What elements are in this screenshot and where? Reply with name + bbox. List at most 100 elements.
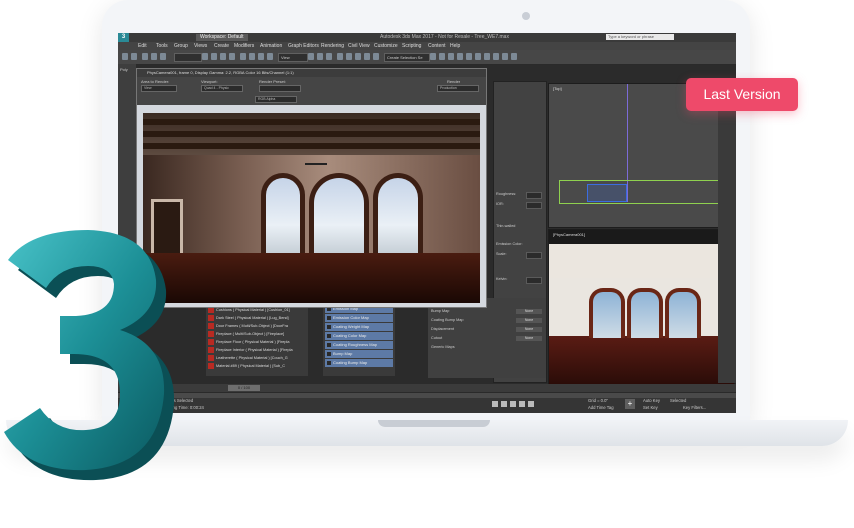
- map-node[interactable]: Coating Weight Map: [325, 323, 393, 331]
- next-frame-icon[interactable]: [519, 401, 525, 407]
- map-row-cutout[interactable]: Cutout None: [428, 334, 546, 343]
- menu-scripting[interactable]: Scripting: [402, 42, 421, 50]
- keyboard-shortcut-icon[interactable]: [326, 53, 332, 60]
- align-icon[interactable]: [439, 53, 445, 60]
- last-version-badge[interactable]: Last Version: [686, 78, 798, 111]
- redo-icon[interactable]: [131, 53, 137, 60]
- link-icon[interactable]: [142, 53, 148, 60]
- selected-dropdown[interactable]: Selected: [670, 398, 686, 403]
- menu-modifiers[interactable]: Modifiers: [234, 42, 254, 50]
- viewport-camera[interactable]: [PhysCamera001]: [548, 229, 735, 386]
- snap-icon[interactable]: [337, 53, 343, 60]
- region-select-icon[interactable]: [220, 53, 226, 60]
- menu-help[interactable]: Help: [450, 42, 460, 50]
- named-selection-dropdown[interactable]: Create Selection Se: [384, 53, 430, 62]
- play-icon[interactable]: [510, 401, 516, 407]
- list-item[interactable]: Fireplace Floor ( Physical Material ) [F…: [206, 338, 308, 346]
- map-row-coating-bump[interactable]: Coating Bump Map None: [428, 316, 546, 325]
- map-row-displacement[interactable]: Displacement None: [428, 325, 546, 334]
- key-filters-button[interactable]: Key Filters...: [683, 405, 706, 410]
- workspace-selector[interactable]: Workspace: Default: [196, 34, 248, 41]
- select-by-name-icon[interactable]: [211, 53, 217, 60]
- menu-group[interactable]: Group: [174, 42, 188, 50]
- menu-graph-editors[interactable]: Graph Editors: [288, 42, 319, 50]
- render-production-icon[interactable]: [511, 53, 517, 60]
- edit-named-sets-icon[interactable]: [373, 53, 379, 60]
- map-node[interactable]: Coating Bump Map: [325, 359, 393, 367]
- list-item[interactable]: Door Frames ( Multi/Sub-Object ) [DoorFr…: [206, 322, 308, 330]
- rotate-icon[interactable]: [249, 53, 255, 60]
- go-to-end-icon[interactable]: [528, 401, 534, 407]
- layer-icon[interactable]: [448, 53, 454, 60]
- spinner-snap-icon[interactable]: [364, 53, 370, 60]
- list-item[interactable]: Fireplace Interior ( Physical Material )…: [206, 346, 308, 354]
- map-none-button[interactable]: None: [516, 327, 542, 332]
- reference-coord-dropdown[interactable]: View: [278, 53, 308, 62]
- generic-maps-header[interactable]: Generic Maps: [428, 343, 546, 352]
- pivot-icon[interactable]: [308, 53, 314, 60]
- percent-snap-icon[interactable]: [355, 53, 361, 60]
- add-helper-icon[interactable]: +: [625, 399, 635, 409]
- menu-edit[interactable]: Edit: [138, 42, 147, 50]
- auto-key-button[interactable]: Auto Key: [643, 398, 660, 403]
- area-to-render-dropdown[interactable]: View: [141, 85, 177, 92]
- viewport-label[interactable]: [PhysCamera001]: [553, 232, 585, 237]
- list-item[interactable]: Fireplace ( Multi/Sub-Object ) [Fireplac…: [206, 330, 308, 338]
- list-item[interactable]: Leatherette ( Physical Material ) [Couch…: [206, 354, 308, 362]
- set-key-button[interactable]: Set Key: [643, 405, 658, 410]
- menu-content[interactable]: Content: [428, 42, 446, 50]
- select-manipulate-icon[interactable]: [317, 53, 323, 60]
- render-preset-dropdown[interactable]: [259, 85, 301, 92]
- list-item[interactable]: Material #89 ( Physical Material ) [Sub_…: [206, 362, 308, 370]
- unlink-icon[interactable]: [151, 53, 157, 60]
- poly-modeling-tab[interactable]: Poly: [120, 67, 128, 72]
- menu-create[interactable]: Create: [214, 42, 229, 50]
- previous-frame-icon[interactable]: [501, 401, 507, 407]
- menu-rendering[interactable]: Rendering: [321, 42, 344, 50]
- select-icon[interactable]: [202, 53, 208, 60]
- menu-customize[interactable]: Customize: [374, 42, 398, 50]
- scale-field[interactable]: [526, 252, 542, 259]
- menu-animation[interactable]: Animation: [260, 42, 282, 50]
- map-node[interactable]: Coating Color Map: [325, 332, 393, 340]
- angle-snap-icon[interactable]: [346, 53, 352, 60]
- kelvin-field[interactable]: [526, 277, 542, 284]
- selection-filter-dropdown[interactable]: [174, 53, 202, 62]
- production-dropdown[interactable]: Production: [437, 85, 479, 92]
- time-slider-thumb[interactable]: 0 / 100: [228, 385, 260, 391]
- render-setup-icon[interactable]: [493, 53, 499, 60]
- ior-field[interactable]: [526, 202, 542, 209]
- scale-icon[interactable]: [258, 53, 264, 60]
- map-node[interactable]: Bump Map: [325, 350, 393, 358]
- mirror-icon[interactable]: [430, 53, 436, 60]
- material-editor-icon[interactable]: [484, 53, 490, 60]
- add-time-tag-button[interactable]: Add Time Tag: [588, 405, 614, 410]
- list-item[interactable]: Dark Steel ( Physical Material ) [Lug_Be…: [206, 314, 308, 322]
- placement-icon[interactable]: [267, 53, 273, 60]
- time-slider[interactable]: 0 / 100: [118, 384, 736, 392]
- roughness-field[interactable]: [526, 192, 542, 199]
- map-node[interactable]: Emission Color Map: [325, 314, 393, 322]
- menu-views[interactable]: Views: [194, 42, 207, 50]
- render-button[interactable]: Render: [447, 79, 460, 84]
- curve-editor-icon[interactable]: [466, 53, 472, 60]
- undo-icon[interactable]: [122, 53, 128, 60]
- move-icon[interactable]: [240, 53, 246, 60]
- rendered-frame-window-icon[interactable]: [502, 53, 508, 60]
- map-none-button[interactable]: None: [516, 336, 542, 341]
- bind-icon[interactable]: [160, 53, 166, 60]
- map-node[interactable]: Coating Roughness Map: [325, 341, 393, 349]
- map-none-button[interactable]: None: [516, 309, 542, 314]
- schematic-view-icon[interactable]: [475, 53, 481, 60]
- map-none-button[interactable]: None: [516, 318, 542, 323]
- window-crossing-icon[interactable]: [229, 53, 235, 60]
- channel-dropdown[interactable]: RGB Alpha: [255, 96, 297, 103]
- viewport-dropdown[interactable]: Quad 4 - Physic: [201, 85, 243, 92]
- menu-civil-view[interactable]: Civil View: [348, 42, 370, 50]
- thin-walled-checkbox[interactable]: Thin-walled: [496, 224, 515, 228]
- scene-explorer-icon[interactable]: [457, 53, 463, 60]
- map-row-bump[interactable]: Bump Map None: [428, 307, 546, 316]
- menu-tools[interactable]: Tools: [156, 42, 168, 50]
- app-logo[interactable]: 3: [118, 33, 129, 42]
- search-input[interactable]: Type a keyword or phrase: [606, 34, 674, 40]
